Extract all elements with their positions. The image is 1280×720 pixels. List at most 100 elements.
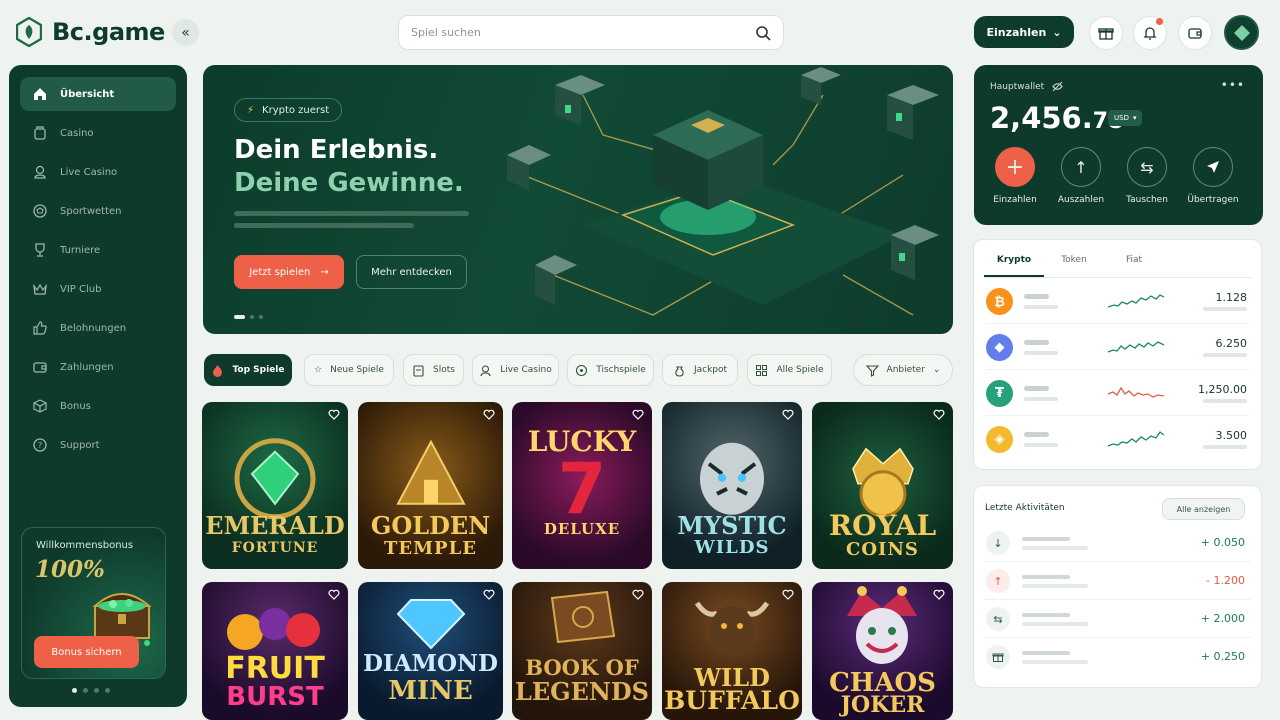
sidebar-item-sports[interactable]: Sportwetten [20, 194, 176, 228]
sparkline-up [1108, 431, 1164, 447]
activity-row[interactable]: ↓ + 0.050 [984, 524, 1251, 562]
hero-chip: ⚡ Krypto zuerst [234, 98, 343, 122]
crypto-row-binance[interactable]: ◈ 3.500 [986, 418, 1249, 462]
sidebar-item-rewards[interactable]: Belohnungen [20, 311, 176, 345]
activity-amount: - 1.200 [1206, 574, 1245, 587]
search-bar[interactable] [398, 15, 784, 50]
play-now-button[interactable]: Jetzt spielen → [234, 255, 344, 289]
heart-icon[interactable] [632, 409, 644, 421]
filter-new-games[interactable]: ☆ Neue Spiele [304, 354, 394, 386]
money-bag-icon [675, 365, 684, 377]
heart-icon[interactable] [632, 589, 644, 601]
tab-token[interactable]: Token [1044, 250, 1104, 277]
wallet-transfer-action[interactable]: Übertragen [1180, 147, 1246, 205]
logo[interactable]: Bc.game [16, 16, 165, 48]
carousel-dot[interactable] [83, 688, 88, 693]
recent-activity-panel: Letzte Aktivitäten Alle anzeigen ↓ + 0.0… [973, 485, 1262, 688]
wallet-balance: 2,456.78 [990, 101, 1123, 135]
game-tile-chaos-joker[interactable]: CHAOS JOKER [812, 582, 953, 720]
filter-live-casino[interactable]: Live Casino [472, 354, 559, 386]
view-all-button[interactable]: Alle anzeigen [1162, 498, 1245, 520]
carousel-dot[interactable] [105, 688, 110, 693]
claim-bonus-button[interactable]: Bonus sichern [34, 636, 139, 668]
play-now-label: Jetzt spielen [249, 266, 311, 278]
sidebar-item-vip[interactable]: VIP Club [20, 272, 176, 306]
carousel-dot[interactable] [250, 315, 254, 319]
carousel-dot[interactable] [94, 688, 99, 693]
header-deposit-button[interactable]: Einzahlen ⌄ [974, 16, 1074, 48]
search-input[interactable] [411, 26, 755, 39]
swap-arrows-icon[interactable]: ⇆ [1127, 147, 1167, 187]
more-options-icon[interactable]: ••• [1221, 78, 1245, 92]
filter-jackpot[interactable]: Jackpot [662, 354, 738, 386]
crypto-row-ethereum[interactable]: ◆ 6.250 [986, 326, 1249, 370]
eye-off-icon[interactable] [1052, 81, 1063, 92]
game-tile-golden-temple[interactable]: GOLDEN TEMPLE [358, 402, 503, 569]
heart-icon[interactable] [328, 589, 340, 601]
heart-icon[interactable] [933, 409, 945, 421]
game-tile-mystic-wilds[interactable]: MYSTIC WILDS [662, 402, 802, 569]
crypto-row-tether[interactable]: ₮ 1,250.00 [986, 372, 1249, 416]
diamond-icon [396, 599, 466, 650]
currency-selector[interactable]: USD ▾ [1108, 110, 1143, 126]
gift-button[interactable] [1089, 16, 1123, 50]
game-tile-royal-coins[interactable]: ROYAL COINS [812, 402, 953, 569]
sidebar-item-live-casino[interactable]: Live Casino [20, 155, 176, 189]
wallet-withdraw-action[interactable]: ↑ Auszahlen [1048, 147, 1114, 205]
swap-arrows-icon: ⇆ [986, 607, 1010, 631]
carousel-dot[interactable] [72, 688, 77, 693]
game-tile-emerald-fortune[interactable]: EMERALD FORTUNE [202, 402, 348, 569]
activity-row[interactable]: ↑ - 1.200 [984, 562, 1251, 600]
sidebar-item-tournaments[interactable]: Turniere [20, 233, 176, 267]
activity-row[interactable]: ⇆ + 2.000 [984, 600, 1251, 638]
notifications-button[interactable] [1133, 16, 1167, 50]
filter-all-games[interactable]: Alle Spiele [747, 354, 832, 386]
heart-icon[interactable] [483, 589, 495, 601]
sidebar-item-casino[interactable]: Casino [20, 116, 176, 150]
carousel-dot[interactable] [234, 315, 245, 319]
tab-fiat[interactable]: Fiat [1104, 250, 1164, 277]
chip-label: Tischspiele [596, 365, 646, 375]
wallet-swap-action[interactable]: ⇆ Tauschen [1114, 147, 1180, 205]
plus-icon[interactable]: + [995, 147, 1035, 187]
arrow-up-icon[interactable]: ↑ [1061, 147, 1101, 187]
send-icon[interactable] [1193, 147, 1233, 187]
game-tile-lucky-7-deluxe[interactable]: LUCKY 7 DELUXE [512, 402, 652, 569]
wallet-button[interactable] [1178, 16, 1212, 50]
heart-icon[interactable] [782, 409, 794, 421]
avatar-diamond-icon [1233, 24, 1250, 41]
sidebar-item-overview[interactable]: Übersicht [20, 77, 176, 111]
sidebar-item-bonus[interactable]: Bonus [20, 389, 176, 423]
sidebar-item-label: Sportwetten [60, 205, 122, 217]
sidebar-item-support[interactable]: ? Support [20, 428, 176, 462]
game-tile-diamond-mine[interactable]: DIAMOND MINE [358, 582, 503, 720]
carousel-dot[interactable] [259, 315, 263, 319]
chip-label: Anbieter [886, 365, 925, 375]
heart-icon[interactable] [328, 409, 340, 421]
filter-table-games[interactable]: Tischspiele [567, 354, 654, 386]
game-subtitle: COINS [846, 539, 919, 560]
tab-crypto[interactable]: Krypto [984, 250, 1044, 277]
deposit-label: Einzahlen [986, 25, 1047, 39]
heart-icon[interactable] [483, 409, 495, 421]
game-tile-fruit-burst[interactable]: FRUIT BURST [202, 582, 348, 720]
sidebar-item-label: Zahlungen [60, 361, 114, 373]
heart-icon[interactable] [782, 589, 794, 601]
wallet-deposit-action[interactable]: + Einzahlen [982, 147, 1048, 205]
avatar[interactable] [1224, 15, 1259, 50]
sidebar-item-payments[interactable]: Zahlungen [20, 350, 176, 384]
crypto-row-bitcoin[interactable]: ₿ 1.128 [986, 280, 1249, 324]
game-subtitle: WILDS [694, 537, 770, 558]
game-tile-book-of-legends[interactable]: BOOK OF LEGENDS [512, 582, 652, 720]
filter-slots[interactable]: Slots [403, 354, 464, 386]
game-tile-wild-buffalo[interactable]: WILD BUFFALO [662, 582, 802, 720]
discover-more-button[interactable]: Mehr entdecken [356, 255, 467, 289]
collapse-sidebar-button[interactable]: « [172, 19, 199, 46]
filter-top-games[interactable]: Top Spiele [204, 354, 292, 386]
activity-row[interactable]: + 0.250 [984, 638, 1251, 676]
provider-filter-dropdown[interactable]: Anbieter ⌄ [853, 354, 953, 386]
hero-subtitle: Deine Gewinne. [234, 168, 464, 198]
search-icon[interactable] [755, 25, 771, 41]
heart-icon[interactable] [933, 589, 945, 601]
game-title: EMERALD [205, 511, 345, 540]
